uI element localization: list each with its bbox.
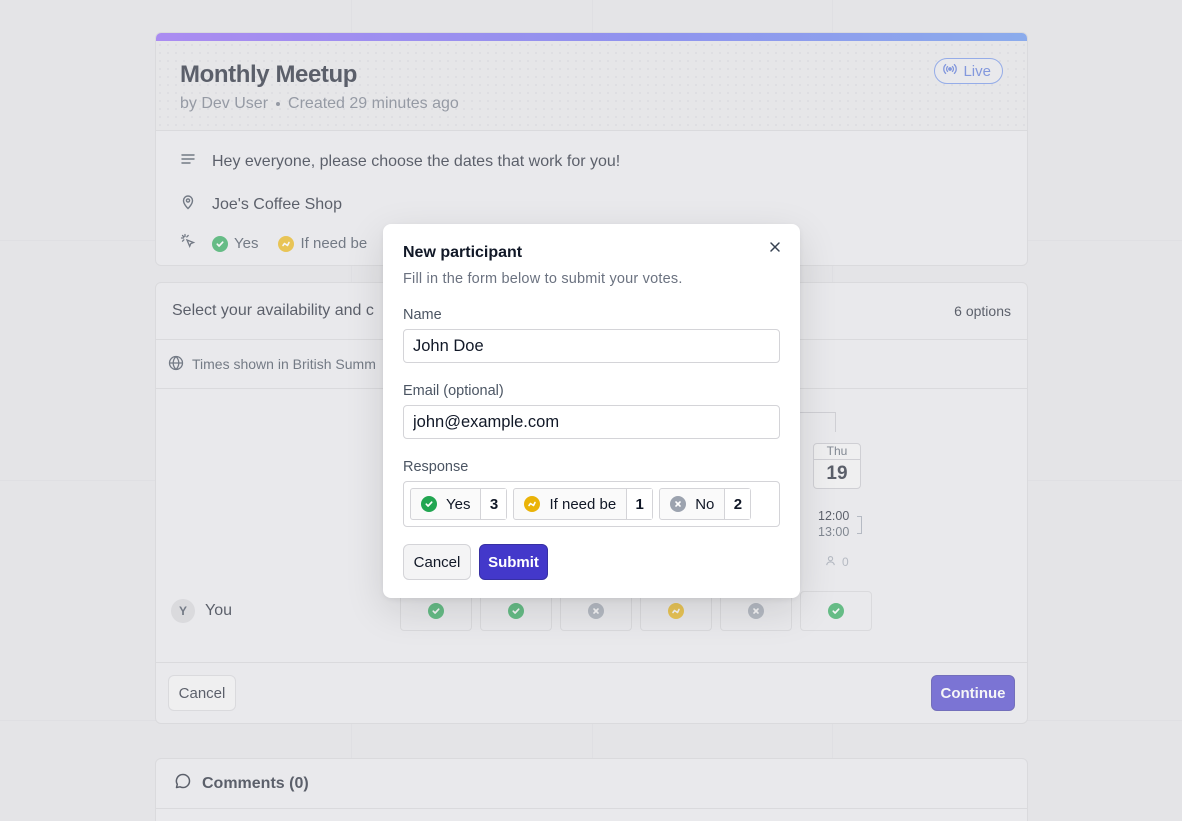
modal-cancel-button[interactable]: Cancel [403, 544, 471, 580]
modal-description: Fill in the form below to submit your vo… [403, 271, 683, 287]
x-circle-icon [670, 496, 687, 512]
response-if-need-be-label: If need be [549, 495, 617, 513]
response-summary: Yes 3 If need be 1 No 2 [403, 481, 780, 527]
response-no[interactable]: No 2 [659, 488, 752, 520]
modal-actions: Cancel Submit [403, 544, 780, 580]
close-icon[interactable] [766, 238, 784, 256]
name-label: Name [403, 307, 442, 323]
name-input[interactable] [403, 329, 780, 363]
new-participant-modal: New participant Fill in the form below t… [383, 224, 800, 598]
response-no-count: 2 [724, 489, 751, 519]
email-label: Email (optional) [403, 383, 504, 399]
response-no-label: No [695, 495, 715, 513]
response-if-need-be-count: 1 [626, 489, 653, 519]
response-no-label-wrap: No [660, 489, 724, 519]
response-yes-label: Yes [446, 495, 471, 513]
submit-button[interactable]: Submit [479, 544, 548, 580]
response-yes[interactable]: Yes 3 [410, 488, 508, 520]
response-label: Response [403, 459, 469, 475]
modal-title: New participant [403, 244, 523, 261]
response-if-need-be[interactable]: If need be 1 [513, 488, 654, 520]
response-yes-label-wrap: Yes [411, 489, 480, 519]
response-yes-count: 3 [480, 489, 507, 519]
if-need-be-icon [524, 496, 541, 512]
email-input[interactable] [403, 405, 780, 439]
check-circle-icon [421, 496, 437, 512]
response-if-need-be-label-wrap: If need be [514, 489, 626, 519]
